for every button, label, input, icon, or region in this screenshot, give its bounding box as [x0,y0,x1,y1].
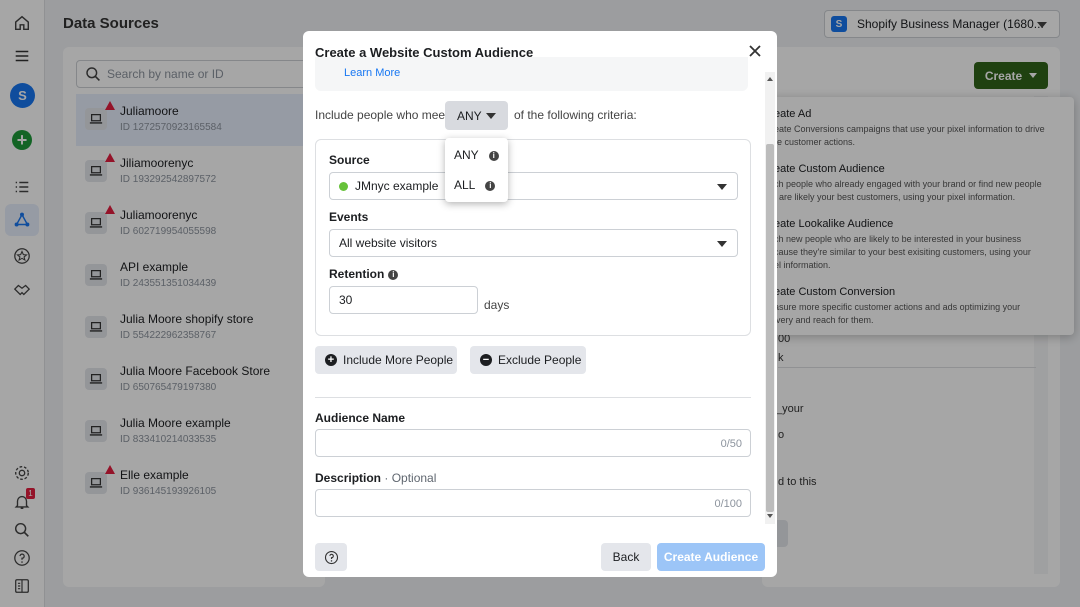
criteria-option-any[interactable]: ANY i [454,148,499,162]
help-button[interactable] [315,543,347,571]
scroll-down-icon[interactable] [767,514,773,518]
close-icon[interactable] [747,43,763,59]
status-dot [339,181,348,191]
source-select-value: JMnyc example [355,179,439,193]
retention-input[interactable]: 30 [329,286,478,314]
criteria-prefix: Include people who meet [315,108,449,122]
description-input[interactable]: 0/100 [315,489,751,517]
modal-scrollbar[interactable] [765,72,775,524]
criteria-match-value: ANY [457,108,482,123]
description-optional: · Optional [384,471,437,485]
exclude-people-button[interactable]: − Exclude People [470,346,586,374]
description-label: Description [315,471,382,485]
learn-more-link[interactable]: Learn More [344,67,400,79]
create-audience-button[interactable]: Create Audience [657,543,765,571]
description-label-row: Description · Optional [315,471,436,485]
info-icon[interactable]: i [388,270,399,280]
criteria-option-all[interactable]: ALL i [454,178,496,192]
scrollbar-thumb[interactable] [766,144,774,512]
events-select-value: All website visitors [339,236,438,250]
retention-label: Retention [329,267,385,281]
retention-value: 30 [339,293,353,307]
include-more-label: Include More People [343,353,454,367]
audience-name-label: Audience Name [315,411,406,425]
retention-unit: days [484,298,510,312]
info-icon[interactable]: i [488,151,499,161]
exclude-label: Exclude People [498,353,582,367]
plus-circle-icon: + [325,354,337,366]
source-label: Source [329,153,370,167]
audience-name-counter: 0/50 [720,438,742,450]
retention-label-row: Retention i [329,267,399,281]
include-more-people-button[interactable]: + Include More People [315,346,457,374]
chevron-down-icon [717,184,727,190]
events-select[interactable]: All website visitors [329,229,738,257]
criteria-match-select[interactable]: ANY [445,101,508,130]
info-icon[interactable]: i [485,181,496,191]
source-select[interactable]: JMnyc example [329,172,738,200]
minus-circle-icon: − [480,354,492,366]
chevron-down-icon [717,241,727,247]
criteria-suffix: of the following criteria: [514,108,637,122]
website-custom-audience-modal: Create a Website Custom Audience Learn M… [303,31,777,577]
criteria-card: Source JMnyc example Events All website … [315,139,751,336]
scroll-up-icon[interactable] [767,77,773,81]
events-label: Events [329,210,369,224]
section-divider [315,397,751,398]
back-button[interactable]: Back [601,543,651,571]
description-counter: 0/100 [714,498,742,510]
info-card: Learn More [315,57,748,91]
criteria-options-dropdown: ANY i ALL i [445,138,508,202]
audience-name-input[interactable]: 0/50 [315,429,751,457]
help-icon [324,550,338,564]
chevron-down-icon [486,113,496,119]
